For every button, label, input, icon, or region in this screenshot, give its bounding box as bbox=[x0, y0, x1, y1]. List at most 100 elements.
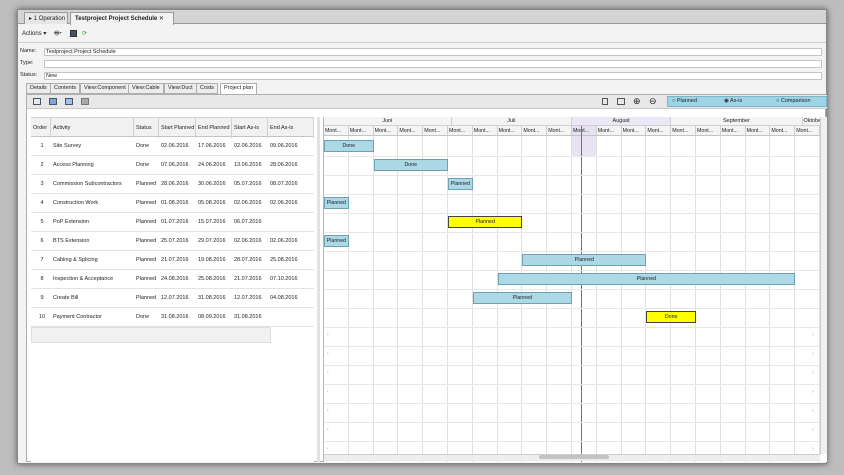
cell-end-asis: 02.06.2016 bbox=[270, 238, 298, 244]
print-icon[interactable] bbox=[81, 98, 89, 105]
col-end-asis[interactable]: End As-is bbox=[268, 118, 314, 138]
tab-view-duct[interactable]: View:Duct bbox=[164, 83, 197, 94]
scroll-right-icon[interactable]: › bbox=[812, 408, 814, 414]
cell-status: Done bbox=[136, 143, 150, 149]
grid-line bbox=[719, 136, 721, 462]
scroll-right-icon[interactable]: › bbox=[812, 351, 814, 357]
scroll-right-icon[interactable]: › bbox=[812, 332, 814, 338]
splitter[interactable] bbox=[317, 117, 320, 462]
status-field[interactable]: New bbox=[44, 72, 822, 80]
cell-start-planned: 31.08.2016 bbox=[161, 314, 189, 320]
type-field[interactable] bbox=[44, 60, 822, 68]
cell-end-asis: 07.10.2016 bbox=[270, 276, 298, 282]
scroll-right-icon[interactable]: › bbox=[812, 427, 814, 433]
cell-order: 3 bbox=[40, 181, 44, 187]
scroll-right-icon[interactable]: › bbox=[812, 389, 814, 395]
table-row[interactable]: 10 Payment Contractor Done 31.08.2016 08.09.… bbox=[31, 308, 314, 327]
col-end-planned[interactable]: End Planned bbox=[196, 118, 232, 138]
cell-end-asis bbox=[268, 213, 314, 232]
col-start-planned[interactable]: Start Planned bbox=[159, 118, 196, 138]
edit-icon[interactable] bbox=[49, 98, 57, 105]
gantt-bar[interactable]: Planned bbox=[324, 197, 349, 209]
grid-line bbox=[620, 136, 622, 462]
scroll-right-icon[interactable]: › bbox=[812, 370, 814, 376]
gantt-bar[interactable]: Planned bbox=[497, 273, 796, 285]
table-row[interactable]: 5 PoP Extension Planned 01.07.2016 15.07.201… bbox=[31, 213, 314, 232]
name-field[interactable]: Testproject Project Schedule bbox=[44, 48, 822, 56]
scroll-left-icon[interactable]: ‹ bbox=[327, 427, 329, 433]
cell-start-asis: 28.07.2016 bbox=[234, 257, 262, 263]
cell-order: 9 bbox=[40, 295, 44, 301]
table-row[interactable]: 7 Cabling & Splicing Planned 21.07.2016 19.0… bbox=[31, 251, 314, 270]
gantt-bar[interactable]: Done bbox=[324, 140, 374, 152]
radio-comparison[interactable]: ○ Comparison bbox=[776, 98, 811, 104]
week-header: Mont... bbox=[572, 126, 597, 136]
fit-icon[interactable] bbox=[602, 98, 608, 105]
scale-icon[interactable] bbox=[617, 98, 625, 105]
close-icon[interactable]: ✕ bbox=[159, 16, 164, 22]
radio-asis-label: As-is bbox=[730, 98, 743, 104]
gantt-bar[interactable]: Planned bbox=[324, 235, 349, 247]
gantt-bar[interactable]: Planned bbox=[448, 216, 523, 228]
table-row[interactable]: 2 Access Planning Done 07.06.2016 24.06.2016… bbox=[31, 156, 314, 175]
tab-costs[interactable]: Costs bbox=[196, 83, 219, 94]
tab-view-cable[interactable]: View:Cable bbox=[128, 83, 164, 94]
indent-icon[interactable] bbox=[33, 98, 41, 105]
gantt-bar[interactable]: Planned bbox=[472, 292, 572, 304]
actions-menu[interactable]: Actions ▾ bbox=[22, 28, 46, 40]
tab-view-component[interactable]: View:Component bbox=[80, 83, 130, 94]
scroll-left-icon[interactable]: ‹ bbox=[327, 389, 329, 395]
calendar-icon[interactable] bbox=[65, 98, 73, 105]
print-icon[interactable]: 🖶▾ bbox=[54, 28, 62, 40]
row-line bbox=[324, 422, 819, 423]
zoom-out-icon[interactable]: ⊖ bbox=[649, 96, 659, 106]
gantt-bar[interactable]: Done bbox=[373, 159, 448, 171]
scroll-left-icon[interactable]: ‹ bbox=[327, 446, 329, 452]
cell-start-asis: 02.06.2016 bbox=[234, 200, 262, 206]
cell-start-asis: 05.07.2016 bbox=[234, 181, 262, 187]
col-status[interactable]: Status bbox=[134, 118, 159, 138]
scroll-left-icon[interactable]: ‹ bbox=[327, 408, 329, 414]
actions-label: Actions bbox=[22, 31, 42, 37]
cell-end-planned: 19.08.2016 bbox=[198, 257, 226, 263]
radio-asis[interactable]: ◉ As-is bbox=[724, 98, 742, 104]
table-row[interactable]: 6 BTS Extension Planned 25.07.2016 29.07.201… bbox=[31, 232, 314, 251]
refresh-icon[interactable]: ⟳ bbox=[82, 28, 87, 40]
gantt-bar[interactable]: Planned bbox=[522, 254, 647, 266]
cell-start-asis: 06.07.2016 bbox=[234, 219, 262, 225]
scroll-left-icon[interactable]: ‹ bbox=[327, 351, 329, 357]
gantt-bar[interactable]: Planned bbox=[448, 178, 473, 190]
gantt-bar[interactable]: Done bbox=[646, 311, 696, 323]
table-row[interactable]: 8 Inspection & Acceptance Planned 24.08.201… bbox=[31, 270, 314, 289]
row-line bbox=[324, 156, 819, 157]
tab-contents[interactable]: Contents bbox=[50, 83, 81, 94]
cell-activity: Site Survey bbox=[53, 143, 82, 149]
status-label: Status: bbox=[20, 72, 38, 78]
tab-project-plan[interactable]: Project plan bbox=[220, 83, 258, 94]
cell-order: 7 bbox=[40, 257, 44, 263]
week-header: Mont... bbox=[671, 126, 696, 136]
col-activity[interactable]: Activity bbox=[51, 118, 134, 138]
cell-end-planned: 31.08.2016 bbox=[198, 295, 226, 301]
radio-planned[interactable]: ○ Planned bbox=[672, 98, 697, 104]
table-row[interactable]: 9 Create Bill Planned 12.07.2016 31.08.2016 1… bbox=[31, 289, 314, 308]
save-icon[interactable] bbox=[70, 30, 77, 37]
scroll-right-icon[interactable]: › bbox=[812, 446, 814, 452]
tab-details[interactable]: Details bbox=[26, 83, 51, 94]
zoom-in-icon[interactable]: ⊕ bbox=[633, 96, 643, 106]
scroll-left-icon[interactable]: ‹ bbox=[327, 370, 329, 376]
cell-status: Planned bbox=[136, 181, 157, 187]
table-row[interactable]: 3 Commission Subcontractors Planned 28.06.2… bbox=[31, 175, 314, 194]
scrollbar-thumb[interactable] bbox=[539, 455, 609, 459]
tab-operation[interactable]: ▸ 1 Operation bbox=[24, 12, 68, 24]
cell-start-planned: 07.06.2016 bbox=[161, 162, 189, 168]
table-row[interactable]: 1 Site Survey Done 02.06.2016 17.06.2016 02.0… bbox=[31, 137, 314, 156]
tab-label: 1 Operation bbox=[33, 16, 66, 22]
vertical-scrollbar[interactable] bbox=[820, 117, 827, 454]
tab-project-schedule[interactable]: Testproject Project Schedule ✕ bbox=[70, 12, 174, 25]
col-start-asis[interactable]: Start As-is bbox=[232, 118, 268, 138]
scroll-left-icon[interactable]: ‹ bbox=[327, 332, 329, 338]
col-order[interactable]: Order bbox=[31, 118, 51, 138]
cell-start-asis: 12.07.2016 bbox=[234, 295, 262, 301]
table-row[interactable]: 4 Construction Work Planned 01.08.2016 05.08… bbox=[31, 194, 314, 213]
